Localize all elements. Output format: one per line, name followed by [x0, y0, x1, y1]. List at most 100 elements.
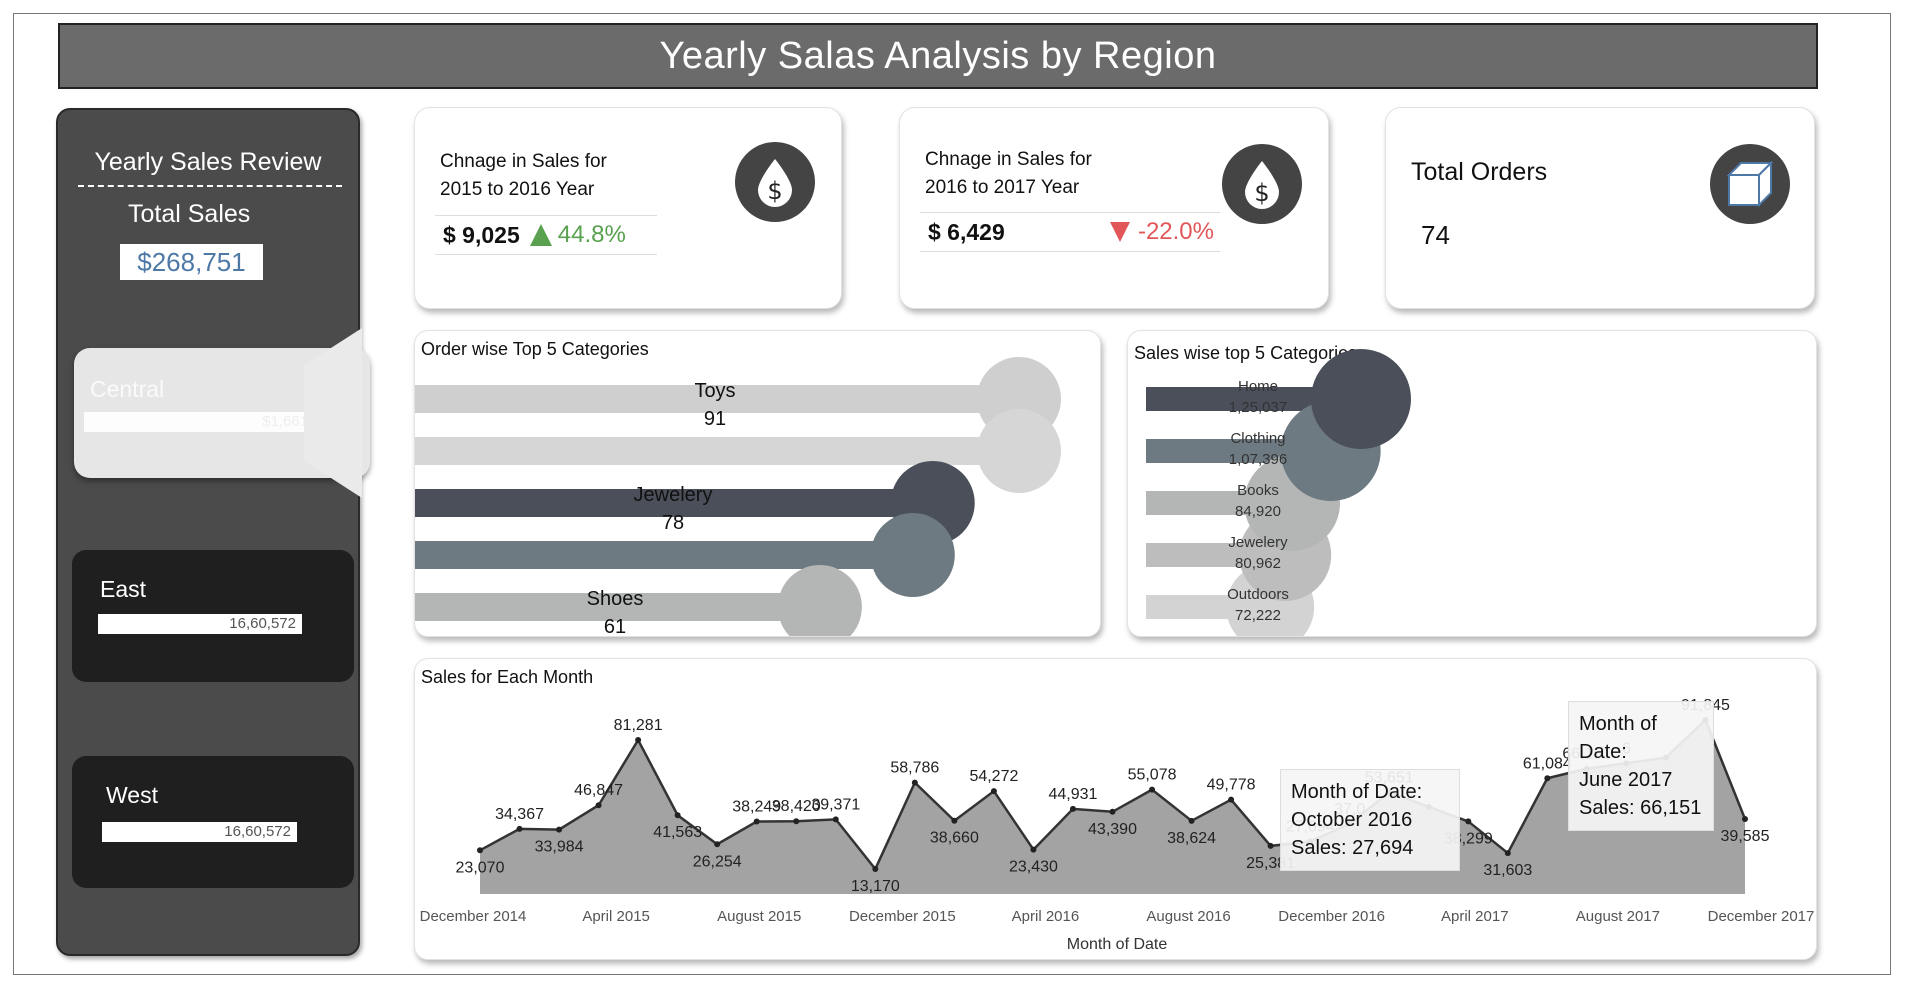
category-value-label: 1,07,396 [1229, 451, 1287, 468]
kpi-value-row: $ 9,025 44.8% [435, 215, 657, 255]
sidebar-divider [78, 185, 342, 187]
point-label: 38,660 [930, 830, 979, 847]
sales-point [793, 818, 800, 825]
kpi-card-total-orders: Total Orders 74 [1385, 107, 1815, 309]
category-value-label: 1,25,037 [1229, 399, 1287, 416]
tooltip-line: June 2017 [1579, 769, 1673, 791]
sales-point [1188, 817, 1195, 824]
tooltip-line: October 2016 [1291, 809, 1413, 831]
point-label: 39,585 [1721, 828, 1770, 845]
category-value-label: 84,920 [1235, 503, 1281, 520]
region-east-label: East [100, 576, 147, 602]
x-tick-label: December 2017 [1708, 908, 1815, 925]
kpi-percent: -22.0% [1137, 218, 1214, 245]
x-tick-label: April 2017 [1441, 908, 1509, 925]
category-label: Shoes [587, 588, 644, 610]
category-bubble [870, 513, 955, 597]
tooltip-line: Month of Date: [1291, 781, 1423, 803]
kpi-title: Total Orders [1411, 158, 1548, 186]
category-value-label: 61 [604, 616, 626, 637]
dashboard-title: Yearly Salas Analysis by Region [659, 34, 1217, 77]
region-west-value: 16,60,572 [102, 822, 297, 842]
point-label: 39,371 [811, 796, 860, 813]
sales-point [990, 788, 997, 795]
sales-point [1149, 786, 1156, 793]
up-arrow-icon [529, 224, 552, 246]
x-tick-label: December 2016 [1278, 908, 1385, 925]
point-label: 26,254 [693, 853, 742, 870]
category-bubble [1311, 349, 1411, 449]
tooltip-line: Sales: 66,151 [1579, 797, 1702, 819]
sales-wise-categories-panel: Sales wise top 5 Categories Home 1,25,037… [1127, 330, 1817, 637]
tooltip-october-2016: Month of Date: October 2016 Sales: 27,69… [1280, 769, 1460, 871]
category-bar [415, 541, 913, 569]
kpi-title: Chnage in Sales for 2016 to 2017 Year [925, 149, 1092, 198]
sales-point [516, 825, 523, 832]
total-sales-value: $268,751 [120, 244, 263, 280]
kpi-value-row: $ 6,429 -22.0% [920, 212, 1220, 252]
sales-point [1228, 796, 1235, 803]
sales-area [480, 719, 1745, 894]
down-arrow-icon [1109, 222, 1130, 242]
point-label: 46,847 [574, 782, 623, 799]
category-label: Outdoors [1227, 586, 1289, 603]
point-label: 41,563 [653, 824, 702, 841]
x-tick-label: August 2015 [717, 908, 801, 925]
sidebar-heading: Yearly Sales Review [94, 148, 322, 176]
dashboard-title-bar: Yearly Salas Analysis by Region [58, 23, 1818, 89]
category-value-label: 80,962 [1235, 555, 1281, 572]
point-label: 33,984 [535, 839, 584, 856]
x-tick-label: April 2016 [1012, 908, 1080, 925]
monthly-sales-panel: Sales for Each Month 23,070 34,367 33,984 4… [414, 658, 1817, 960]
sales-point [832, 816, 839, 823]
category-label: Jewelery [634, 484, 713, 506]
point-label: 38,624 [1167, 830, 1216, 847]
kpi-value: $ 9,025 [443, 221, 520, 248]
sales-wise-chart: Home 1,25,037 Clothing 1,07,396 Books 84,920 J… [1146, 349, 1411, 636]
sales-point [1109, 808, 1116, 815]
svg-text:$: $ [1254, 179, 1269, 207]
point-label: 13,170 [851, 878, 900, 895]
point-label: 81,281 [614, 717, 663, 734]
point-label: 54,272 [969, 768, 1018, 785]
total-sales-label: Total Sales [128, 200, 251, 228]
category-value-label: 91 [704, 408, 726, 430]
category-value-label: 78 [662, 512, 684, 534]
point-label: 31,603 [1483, 862, 1532, 879]
region-east-button[interactable]: East 16,60,572 [72, 550, 354, 682]
region-west-button[interactable]: West 16,60,572 [72, 756, 354, 888]
sales-point [1504, 850, 1511, 857]
point-label: 23,070 [456, 859, 505, 876]
x-axis-label: Month of Date [1067, 936, 1168, 953]
region-west-label: West [106, 782, 158, 808]
x-tick-label: December 2015 [849, 908, 956, 925]
sales-point [1465, 818, 1472, 825]
order-wise-categories-panel: Order wise Top 5 Categories Toys 91 Jewele… [414, 330, 1101, 637]
region-central-label: Central [90, 376, 165, 402]
kpi-percent: 44.8% [557, 221, 626, 248]
sales-point [1267, 842, 1274, 849]
svg-text:$: $ [767, 177, 782, 205]
order-wise-chart: Toys 91 Jewelery 78 Shoes 61 [415, 357, 1061, 637]
sales-point [1030, 846, 1037, 853]
x-tick-label: April 2015 [582, 908, 650, 925]
sales-point [556, 826, 563, 833]
category-bar [415, 437, 1019, 465]
point-label: 23,430 [1009, 859, 1058, 876]
tooltip-june-2017: Month of Date: June 2017 Sales: 66,151 [1568, 701, 1714, 831]
region-central-value: $1,661K [84, 412, 324, 432]
sales-point [595, 802, 602, 809]
region-east-value: 16,60,572 [98, 614, 302, 634]
category-label: Home [1238, 378, 1278, 395]
x-tick-label: December 2014 [420, 908, 527, 925]
sales-point [477, 847, 483, 854]
dollar-drop-icon: $ [735, 142, 815, 222]
kpi-value: $ 6,429 [928, 218, 1005, 245]
sidebar: Yearly Sales Review Total Sales $268,751… [56, 108, 370, 956]
category-label: Jewelery [1228, 534, 1288, 551]
sales-point [753, 818, 760, 825]
tooltip-line: Month of Date: [1579, 713, 1657, 763]
sales-point [714, 841, 721, 848]
category-value-label: 72,222 [1235, 607, 1281, 624]
kpi-card-2015-2016: Chnage in Sales for 2015 to 2016 Year $ … [414, 107, 842, 309]
